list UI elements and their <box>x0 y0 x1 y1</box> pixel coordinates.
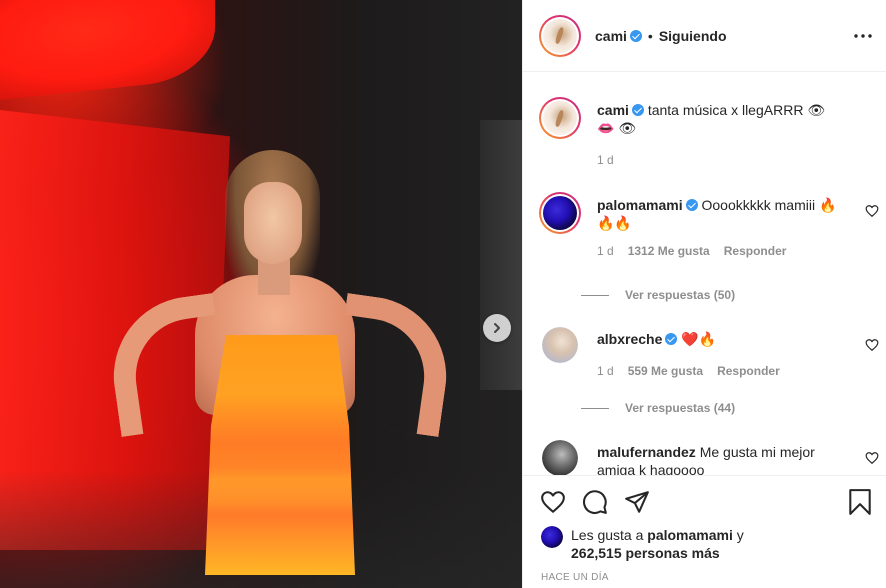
view-replies-button[interactable]: Ver respuestas (44) <box>581 401 735 415</box>
post-timestamp[interactable]: HACE UN DÍA <box>541 572 609 583</box>
post-photo[interactable] <box>0 0 522 588</box>
photo-figure-face <box>244 182 302 264</box>
replies-divider <box>581 294 609 296</box>
photo-softbox-light <box>0 0 215 101</box>
avatar-image <box>542 327 578 363</box>
caption-text: tanta música x llegARRR 👁 👄 👁 <box>597 102 826 136</box>
comment-like-heart-icon[interactable] <box>865 338 879 352</box>
verified-badge-icon <box>685 199 698 211</box>
comment-like-heart-icon[interactable] <box>865 204 879 218</box>
save-button[interactable] <box>847 488 875 516</box>
comment-like-heart-icon[interactable] <box>865 451 879 465</box>
view-replies-button[interactable]: Ver respuestas (50) <box>581 288 735 302</box>
like-button[interactable] <box>539 488 567 516</box>
author-avatar[interactable] <box>539 14 581 57</box>
view-replies-label: Ver respuestas (50) <box>625 288 736 302</box>
follow-status-button[interactable]: Siguiendo <box>659 28 727 44</box>
post-side-panel: cami • Siguiendo cami tanta música x lle… <box>522 0 886 588</box>
replies-divider <box>581 407 609 409</box>
likes-connector: y <box>736 527 744 543</box>
author-username[interactable]: cami <box>595 28 627 44</box>
comment-button[interactable] <box>581 488 609 516</box>
view-replies-label: Ver respuestas (44) <box>625 401 736 415</box>
caption-time[interactable]: 1 d <box>597 151 614 169</box>
avatar-image <box>543 18 577 53</box>
comments-list[interactable]: cami tanta música x llegARRR 👁 👄 👁 1 d p… <box>523 73 886 475</box>
likes-count-button[interactable]: 262,515 personas más <box>571 545 720 561</box>
chevron-right-icon <box>494 323 500 333</box>
verified-badge-icon <box>631 104 644 116</box>
comment-avatar[interactable] <box>542 327 578 363</box>
share-icon <box>625 491 649 513</box>
avatar-image <box>543 196 577 230</box>
comment-avatar[interactable] <box>542 440 578 475</box>
avatar-image <box>541 526 563 548</box>
comment-time[interactable]: 1 d <box>597 242 614 260</box>
liker-username[interactable]: palomamami <box>647 527 733 543</box>
avatar-image <box>543 101 577 135</box>
avatar-image <box>542 440 578 475</box>
header-separator: • <box>647 27 653 44</box>
comment-time[interactable]: 1 d <box>597 362 614 380</box>
photo-figure-arm-right <box>329 292 457 438</box>
photo-figure-dress <box>205 335 355 575</box>
next-photo-button[interactable] <box>483 314 511 342</box>
post-actions: Les gusta a palomamami y 262,515 persona… <box>523 475 886 588</box>
verified-badge-icon <box>665 333 678 345</box>
likes-prefix: Les gusta a <box>571 527 644 543</box>
comment-username[interactable]: palomamami <box>597 197 683 213</box>
bookmark-icon <box>849 489 871 515</box>
caption-avatar[interactable] <box>539 97 581 139</box>
verified-badge-icon <box>629 29 642 42</box>
more-options-button[interactable] <box>853 26 873 46</box>
photo-wall <box>480 120 522 390</box>
comment-likes[interactable]: 1312 Me gusta <box>628 242 710 260</box>
likes-summary: Les gusta a palomamami y 262,515 persona… <box>541 526 871 562</box>
liker-avatar[interactable] <box>541 526 563 548</box>
post-header: cami • Siguiendo <box>523 0 886 72</box>
comment-avatar[interactable] <box>539 192 581 234</box>
comment-icon <box>583 490 607 514</box>
comment-username[interactable]: malufernandez <box>597 444 696 460</box>
comment-username[interactable]: albxreche <box>597 331 662 347</box>
comment-text: ❤️🔥 <box>681 331 717 347</box>
share-button[interactable] <box>623 488 651 516</box>
more-options-icon <box>854 34 872 38</box>
heart-icon <box>541 491 565 513</box>
comment-likes[interactable]: 559 Me gusta <box>628 362 703 380</box>
caption-username[interactable]: cami <box>597 102 629 118</box>
comment-reply-button[interactable]: Responder <box>724 242 787 260</box>
comment-reply-button[interactable]: Responder <box>717 362 780 380</box>
